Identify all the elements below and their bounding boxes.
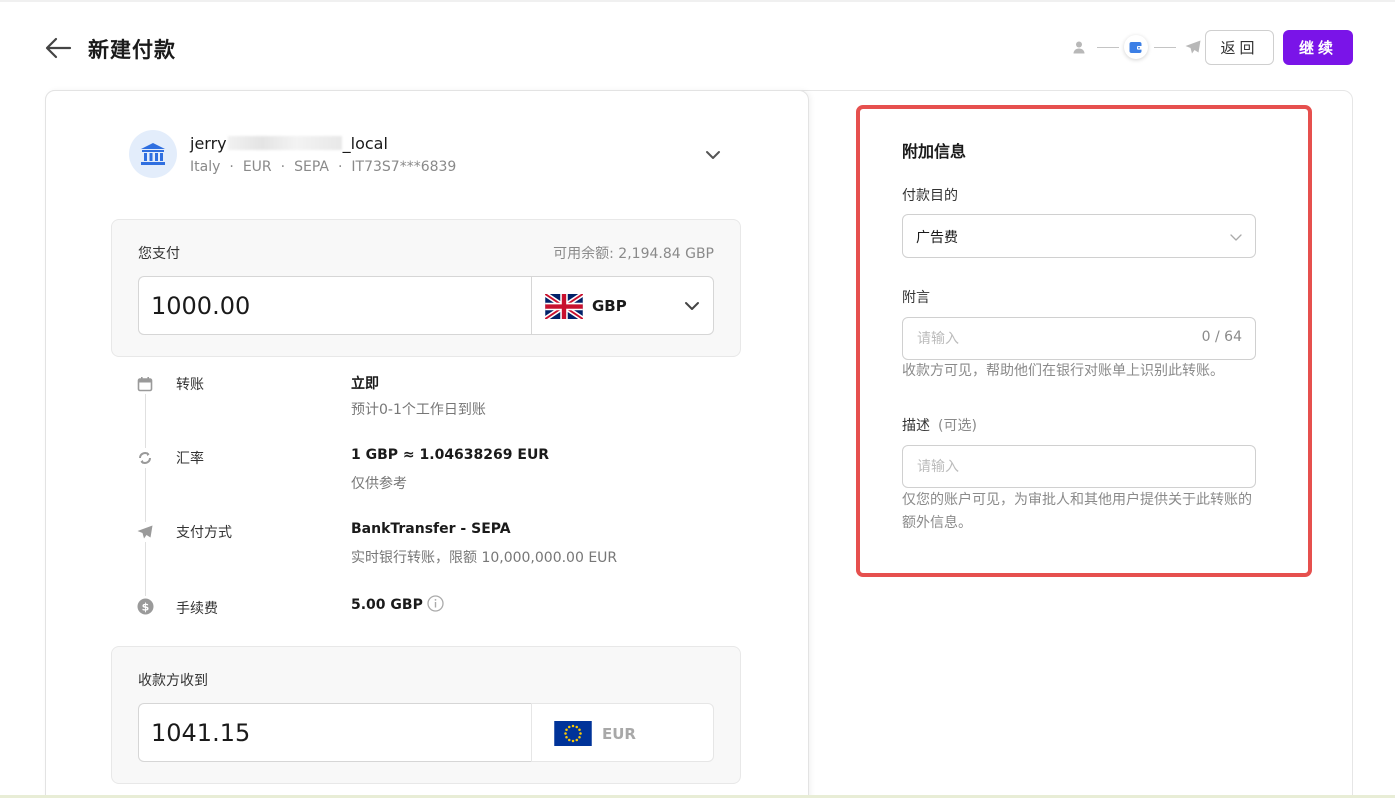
recipient-currency: EUR bbox=[242, 159, 272, 175]
memo-help-text: 收款方可见，帮助他们在银行对账单上识别此转账。 bbox=[902, 363, 1224, 379]
purpose-select[interactable]: 广告费 bbox=[902, 214, 1256, 258]
rate-sub: 仅供参考 bbox=[351, 476, 407, 492]
transfer-value: 立即 bbox=[351, 376, 379, 392]
method-label: 支付方式 bbox=[176, 525, 232, 541]
optional-tag: (可选) bbox=[938, 418, 977, 434]
timeline-line bbox=[145, 392, 146, 604]
back-arrow-icon[interactable] bbox=[44, 36, 72, 60]
receive-amount-input[interactable] bbox=[138, 703, 532, 762]
continue-button[interactable]: 继续 bbox=[1283, 30, 1353, 65]
description-help-text: 仅您的账户可见，为审批人和其他用户提供关于此转账的额外信息。 bbox=[902, 492, 1252, 531]
purpose-label: 付款目的 bbox=[902, 188, 958, 204]
transfer-label: 转账 bbox=[176, 377, 204, 393]
eu-flag-icon bbox=[554, 721, 592, 746]
svg-text:$: $ bbox=[141, 600, 149, 613]
transfer-sub: 预计0-1个工作日到账 bbox=[351, 402, 486, 418]
receive-currency-code: EUR bbox=[602, 725, 636, 743]
chevron-down-icon bbox=[685, 302, 699, 310]
info-icon[interactable] bbox=[427, 595, 444, 612]
description-label: 描述 (可选) bbox=[902, 415, 977, 435]
method-value: BankTransfer - SEPA bbox=[351, 521, 511, 537]
redacted-name-mask bbox=[227, 136, 342, 150]
send-step-icon bbox=[1182, 36, 1204, 58]
receive-label: 收款方收到 bbox=[138, 673, 208, 689]
fee-label: 手续费 bbox=[176, 601, 218, 617]
recipient-name-suffix: _local bbox=[342, 134, 388, 153]
calendar-icon bbox=[135, 374, 155, 394]
uk-flag-icon bbox=[545, 294, 583, 319]
recipient-name-prefix: jerry bbox=[190, 134, 227, 153]
recipient-iban: IT73S7***6839 bbox=[351, 159, 457, 175]
fee-value: 5.00 GBP bbox=[351, 595, 444, 613]
fee-amount: 5.00 GBP bbox=[351, 597, 423, 613]
recipient-country: Italy bbox=[190, 159, 221, 175]
user-step-icon bbox=[1068, 36, 1090, 58]
top-divider bbox=[0, 0, 1395, 2]
pay-label: 您支付 bbox=[138, 246, 180, 262]
chevron-down-icon bbox=[1230, 234, 1242, 241]
step-connector bbox=[1154, 47, 1176, 48]
purpose-value: 广告费 bbox=[916, 230, 958, 246]
exchange-icon bbox=[135, 448, 155, 468]
pay-amount-input[interactable] bbox=[138, 276, 532, 335]
wallet-step-icon bbox=[1124, 35, 1148, 59]
additional-info-title: 附加信息 bbox=[902, 142, 967, 161]
page-title: 新建付款 bbox=[88, 38, 176, 62]
receive-currency-display: EUR bbox=[531, 703, 714, 762]
memo-label: 附言 bbox=[902, 290, 930, 306]
recipient-meta: Italy · EUR · SEPA · IT73S7***6839 bbox=[190, 159, 457, 175]
pay-currency-select[interactable]: GBP bbox=[531, 276, 714, 335]
chevron-down-icon[interactable] bbox=[703, 145, 723, 165]
progress-stepper bbox=[1068, 35, 1204, 60]
fee-coin-icon: $ bbox=[135, 596, 155, 616]
send-icon bbox=[135, 522, 155, 542]
pay-currency-code: GBP bbox=[592, 297, 627, 315]
available-balance: 可用余额: 2,194.84 GBP bbox=[553, 246, 714, 262]
recipient-name: jerry _local bbox=[190, 134, 388, 153]
description-input[interactable] bbox=[902, 445, 1256, 488]
rate-value: 1 GBP ≈ 1.04638269 EUR bbox=[351, 447, 550, 463]
description-label-text: 描述 bbox=[902, 418, 930, 434]
method-sub: 实时银行转账，限额 10,000,000.00 EUR bbox=[351, 550, 618, 566]
bank-icon bbox=[129, 130, 177, 178]
rate-label: 汇率 bbox=[176, 451, 204, 467]
step-connector bbox=[1097, 47, 1119, 48]
memo-char-count: 0 / 64 bbox=[1201, 329, 1242, 345]
recipient-method: SEPA bbox=[294, 159, 329, 175]
back-button[interactable]: 返回 bbox=[1205, 30, 1274, 65]
